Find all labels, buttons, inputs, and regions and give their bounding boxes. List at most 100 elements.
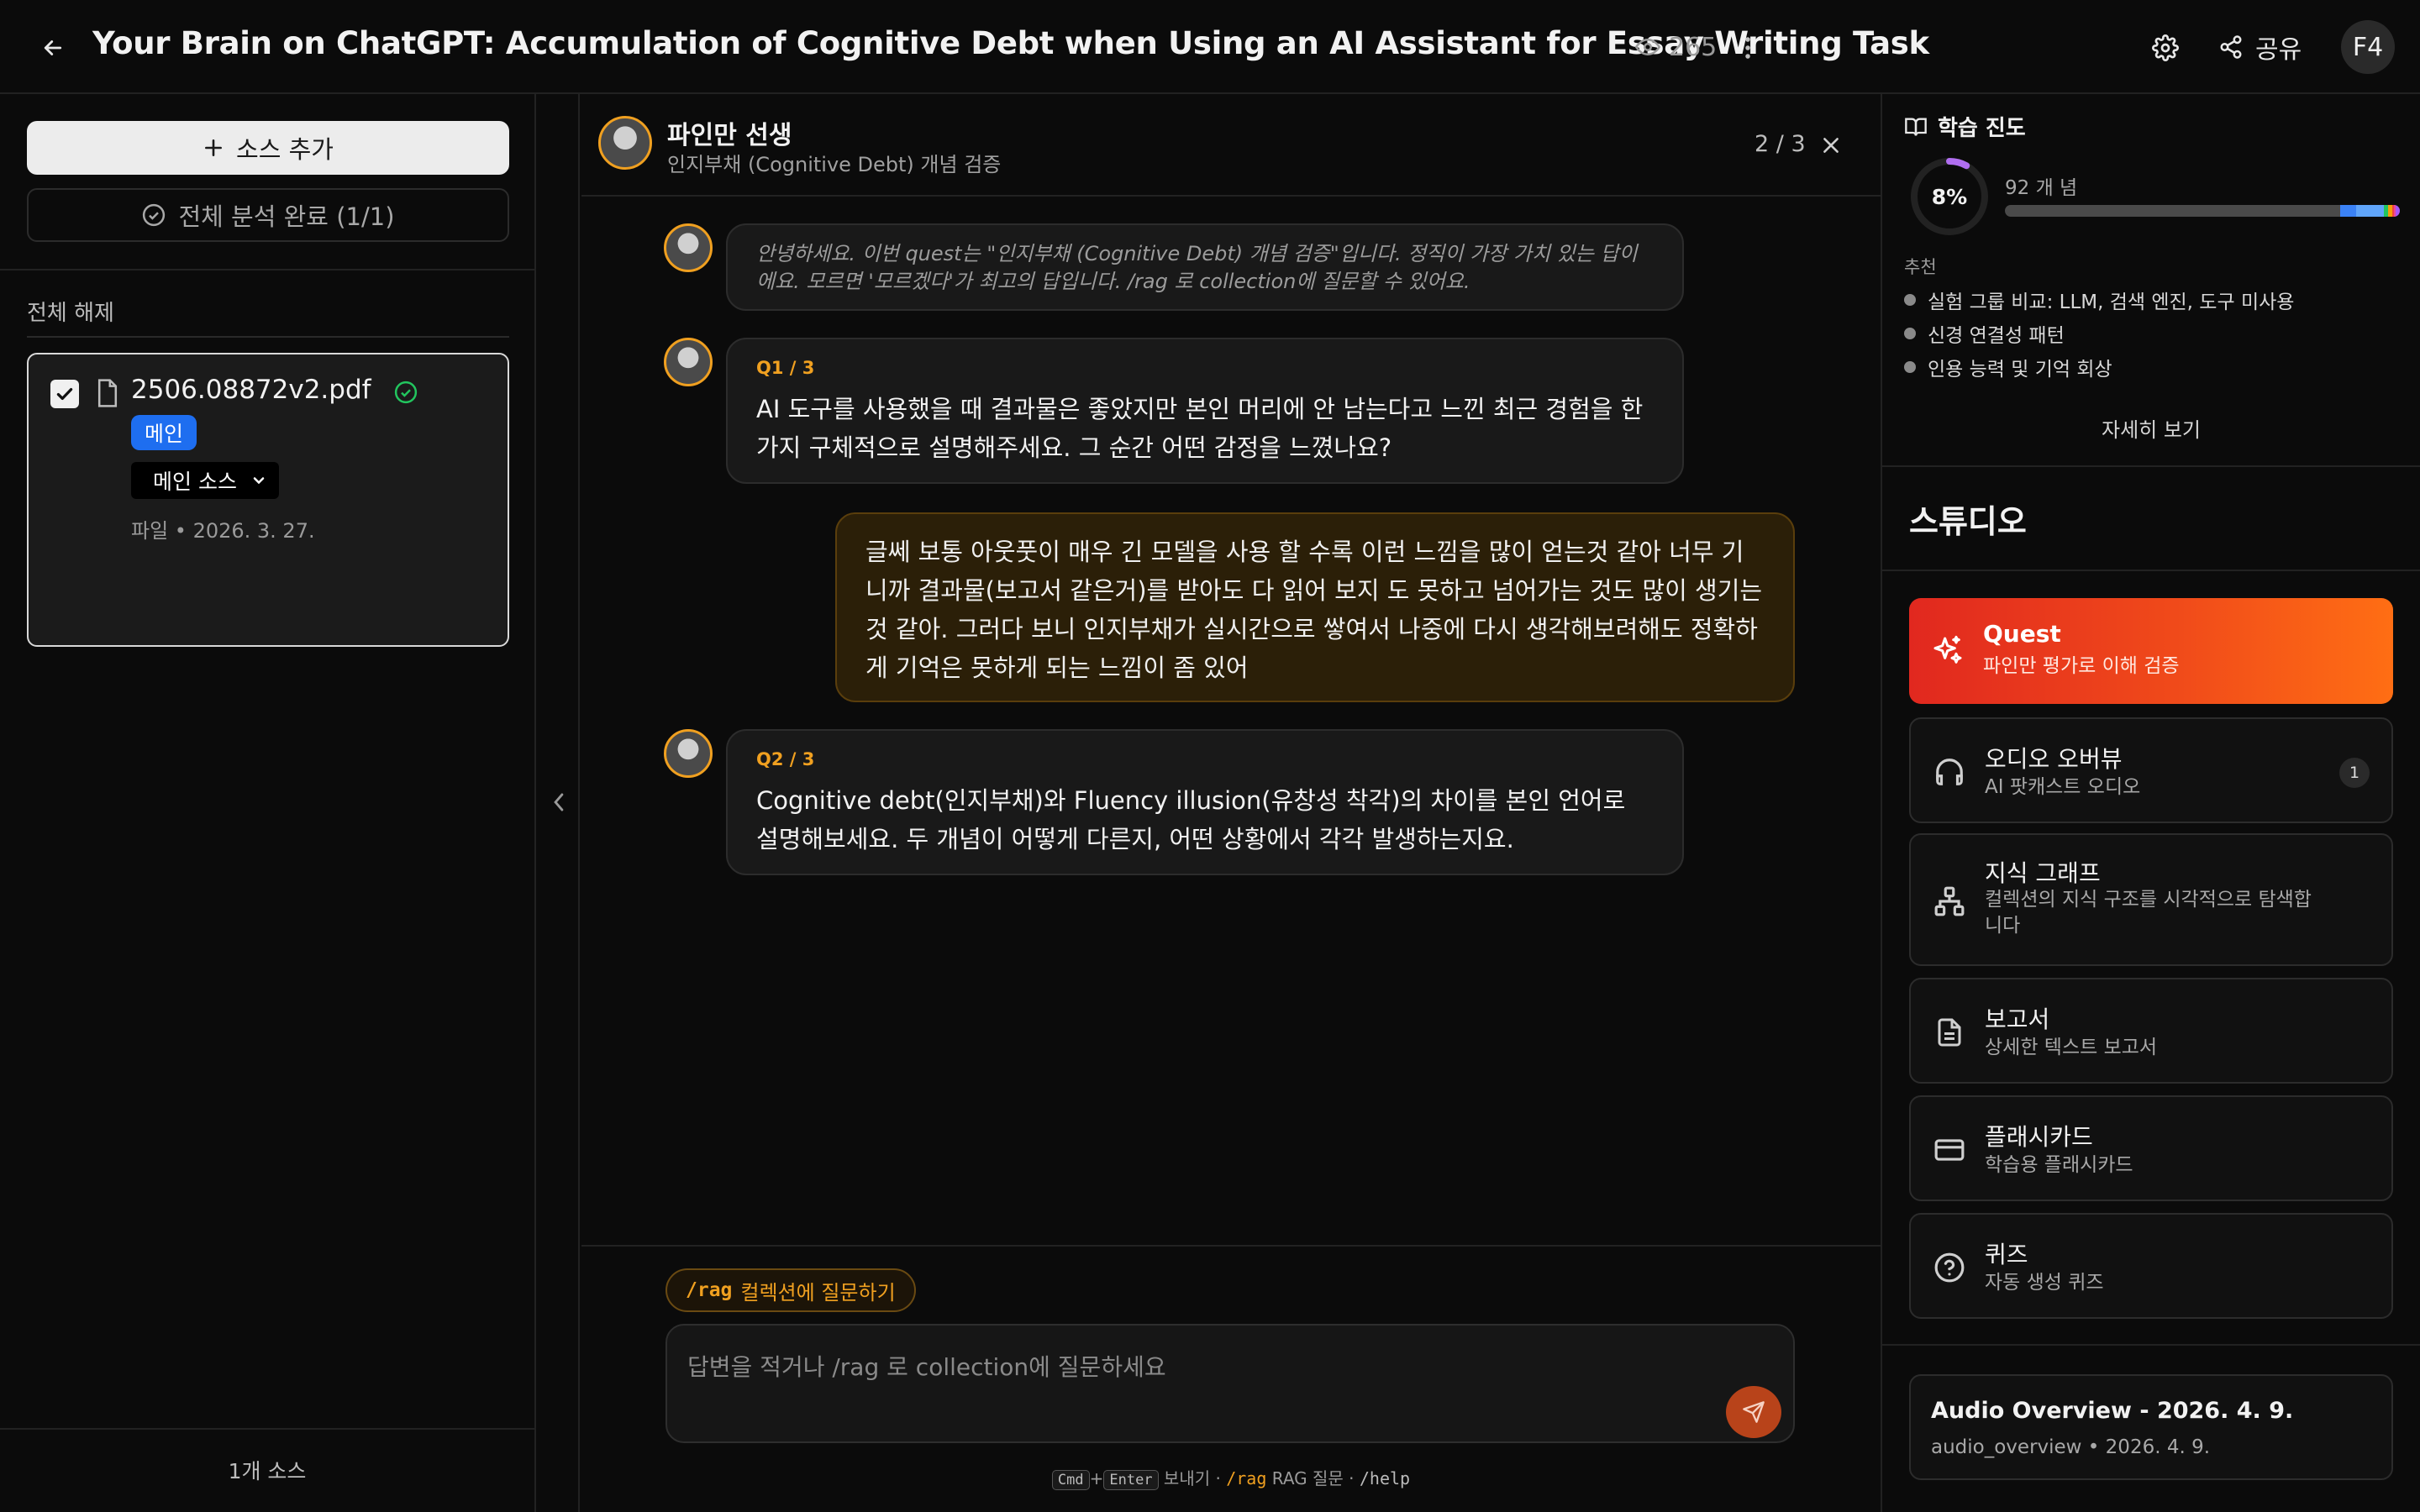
file-icon bbox=[94, 378, 121, 408]
view-count-value: 265 bbox=[1669, 32, 1718, 62]
recent-output-meta: audio_overview • 2026. 4. 9. bbox=[1931, 1436, 2211, 1458]
studio-card-flashcards[interactable]: 플래시카드 학습용 플래시카드 bbox=[1909, 1095, 2393, 1201]
studio-card-report[interactable]: 보고서 상세한 텍스트 보고서 bbox=[1909, 978, 2393, 1084]
recommendation-text: 신경 연결성 패턴 bbox=[1928, 325, 2065, 347]
user-message: 글쎄 보통 아웃풋이 매우 긴 모델을 사용 할 수록 이런 느낌을 많이 얻는… bbox=[835, 512, 1795, 702]
card-title: 지식 그래프 bbox=[1985, 859, 2101, 887]
divider bbox=[1882, 465, 2420, 467]
rag-chip-label: 컬렉션에 질문하기 bbox=[740, 1280, 896, 1305]
chevron-down-icon bbox=[250, 472, 267, 489]
progress-title: 학습 진도 bbox=[1938, 116, 2026, 141]
shortcut-hint: Cmd + Enter 보내기 · /rag RAG 질문 · /help bbox=[581, 1465, 1881, 1490]
source-item[interactable]: 2506.08872v2.pdf 메인 메인 소스 파일 • 2026. 3. … bbox=[27, 353, 509, 647]
bullet-dot bbox=[1904, 361, 1916, 373]
back-arrow-icon[interactable] bbox=[34, 29, 72, 67]
card-icon bbox=[1931, 1131, 1968, 1168]
assistant-message: Q2 / 3 Cognitive debt(인지부채)와 Fluency ill… bbox=[726, 729, 1684, 875]
studio-card-quest[interactable]: Quest 파인만 평가로 이해 검증 bbox=[1909, 598, 2393, 704]
see-more-link[interactable]: 자세히 보기 bbox=[1882, 413, 2420, 443]
studio-card-quiz[interactable]: 퀴즈 자동 생성 퀴즈 bbox=[1909, 1213, 2393, 1319]
card-subtitle: AI 팟캐스트 오디오 bbox=[1985, 776, 2141, 798]
source-meta: 파일 • 2026. 3. 27. bbox=[131, 519, 315, 543]
quest-subtitle: 인지부채 (Cognitive Debt) 개념 검증 bbox=[667, 153, 1002, 176]
add-source-button[interactable]: 소스 추가 bbox=[27, 121, 509, 175]
question-text: AI 도구를 사용했을 때 결과물은 좋았지만 본인 머리에 안 남는다고 느낀… bbox=[756, 395, 1644, 462]
chat-header: 파인만 선생 인지부채 (Cognitive Debt) 개념 검증 2 / 3 bbox=[581, 94, 1881, 197]
recommendation-item[interactable]: 실험 그룹 비교: LLM, 검색 엔진, 도구 미사용 bbox=[1904, 286, 2294, 314]
analysis-status-label: 전체 분석 완료 (1/1) bbox=[178, 202, 395, 231]
persona-avatar bbox=[664, 338, 713, 386]
card-title: Quest bbox=[1983, 620, 2061, 648]
hint-send: 보내기 · bbox=[1158, 1468, 1227, 1488]
bullet-dot bbox=[1904, 294, 1916, 306]
divider bbox=[1882, 1344, 2420, 1346]
recommendation-item[interactable]: 인용 능력 및 기억 회상 bbox=[1904, 353, 2112, 381]
share-icon bbox=[2218, 34, 2244, 60]
hint-plus: + bbox=[1089, 1468, 1104, 1488]
card-subtitle: 상세한 텍스트 보고서 bbox=[1985, 1037, 2158, 1058]
divider bbox=[1882, 570, 2420, 571]
divider bbox=[27, 336, 509, 338]
hint-help-cmd: /help bbox=[1359, 1468, 1411, 1488]
chevron-left-icon[interactable] bbox=[546, 788, 571, 816]
card-title: 플래시카드 bbox=[1985, 1123, 2093, 1151]
share-label: 공유 bbox=[2255, 35, 2302, 65]
close-icon[interactable] bbox=[1817, 131, 1845, 160]
panel-collapse-strip bbox=[538, 94, 580, 1512]
hint-rag-text: RAG 질문 · bbox=[1266, 1468, 1360, 1488]
studio-card-knowledge-graph[interactable]: 지식 그래프 컬렉션의 지식 구조를 시각적으로 탐색합니다 bbox=[1909, 833, 2393, 966]
question-tag: Q1 / 3 bbox=[756, 358, 815, 378]
add-source-label: 소스 추가 bbox=[236, 135, 334, 164]
concept-bar-segment bbox=[2340, 205, 2356, 217]
hierarchy-icon bbox=[1931, 883, 1968, 920]
concept-progress-bar bbox=[2005, 205, 2400, 217]
source-filename: 2506.08872v2.pdf bbox=[131, 375, 371, 405]
divider bbox=[581, 1245, 1881, 1247]
studio-title: 스튜디오 bbox=[1909, 503, 2027, 540]
card-subtitle: 컬렉션의 지식 구조를 시각적으로 탐색합니다 bbox=[1985, 889, 2312, 937]
send-button[interactable] bbox=[1726, 1386, 1781, 1438]
gear-icon[interactable] bbox=[2148, 30, 2183, 66]
recommend-label: 추천 bbox=[1904, 257, 1937, 277]
view-count: 265 bbox=[1635, 30, 1717, 64]
card-title: 보고서 bbox=[1985, 1005, 2050, 1033]
recent-output-card[interactable]: Audio Overview - 2026. 4. 9. audio_overv… bbox=[1909, 1374, 2393, 1480]
analysis-status-button[interactable]: 전체 분석 완료 (1/1) bbox=[27, 188, 509, 242]
recommendation-text: 인용 능력 및 기억 회상 bbox=[1928, 359, 2112, 381]
card-subtitle: 자동 생성 퀴즈 bbox=[1985, 1272, 2104, 1294]
plus-icon bbox=[203, 137, 224, 159]
studio-card-audio-overview[interactable]: 오디오 오버뷰 AI 팟캐스트 오디오 1 bbox=[1909, 717, 2393, 823]
recent-output-title: Audio Overview - 2026. 4. 9. bbox=[1931, 1398, 2294, 1424]
divider bbox=[0, 269, 534, 270]
persona-avatar bbox=[664, 223, 713, 272]
card-title: 퀴즈 bbox=[1985, 1241, 2028, 1268]
count-badge: 1 bbox=[2339, 758, 2370, 788]
document-icon bbox=[1931, 1014, 1968, 1051]
progress-heading: 학습 진도 bbox=[1904, 111, 2026, 142]
app-header: Your Brain on ChatGPT: Accumulation of C… bbox=[0, 0, 2420, 94]
source-role-select[interactable]: 메인 소스 bbox=[131, 462, 279, 499]
headphones-icon bbox=[1931, 753, 1968, 790]
persona-avatar bbox=[664, 729, 713, 778]
kbd-enter: Enter bbox=[1103, 1470, 1159, 1490]
assistant-message: 안녕하세요. 이번 quest는 "인지부채 (Cognitive Debt) … bbox=[726, 223, 1684, 311]
eye-icon bbox=[1635, 34, 1660, 60]
deselect-all-link[interactable]: 전체 해제 bbox=[27, 296, 114, 327]
share-button[interactable]: 공유 bbox=[2218, 27, 2302, 67]
source-count: 1개 소스 bbox=[228, 1459, 307, 1483]
card-subtitle: 학습용 플래시카드 bbox=[1985, 1154, 2133, 1176]
concept-bar-segment bbox=[2396, 205, 2400, 217]
question-text: Cognitive debt(인지부채)와 Fluency illusion(유… bbox=[756, 786, 1626, 853]
user-avatar[interactable]: F4 bbox=[2341, 20, 2395, 74]
answer-input[interactable]: 답변을 적거나 /rag 로 collection에 질문하세요 bbox=[666, 1324, 1795, 1443]
studio-panel: 학습 진도 8% 92 개 념 추천 실험 그룹 비교: LLM, 검색 엔진,… bbox=[1881, 94, 2420, 1512]
divider bbox=[0, 1428, 534, 1430]
rag-chip[interactable]: /rag 컬렉션에 질문하기 bbox=[666, 1268, 916, 1312]
recommendation-item[interactable]: 신경 연결성 패턴 bbox=[1904, 319, 2065, 348]
card-subtitle: 파인만 평가로 이해 검증 bbox=[1983, 655, 2180, 677]
source-checkbox[interactable] bbox=[50, 380, 79, 408]
question-progress: 2 / 3 bbox=[1754, 131, 1806, 157]
concept-count: 92 개 념 bbox=[2005, 177, 2078, 199]
more-vertical-icon[interactable] bbox=[1731, 29, 1765, 67]
hint-rag-cmd: /rag bbox=[1226, 1468, 1267, 1488]
